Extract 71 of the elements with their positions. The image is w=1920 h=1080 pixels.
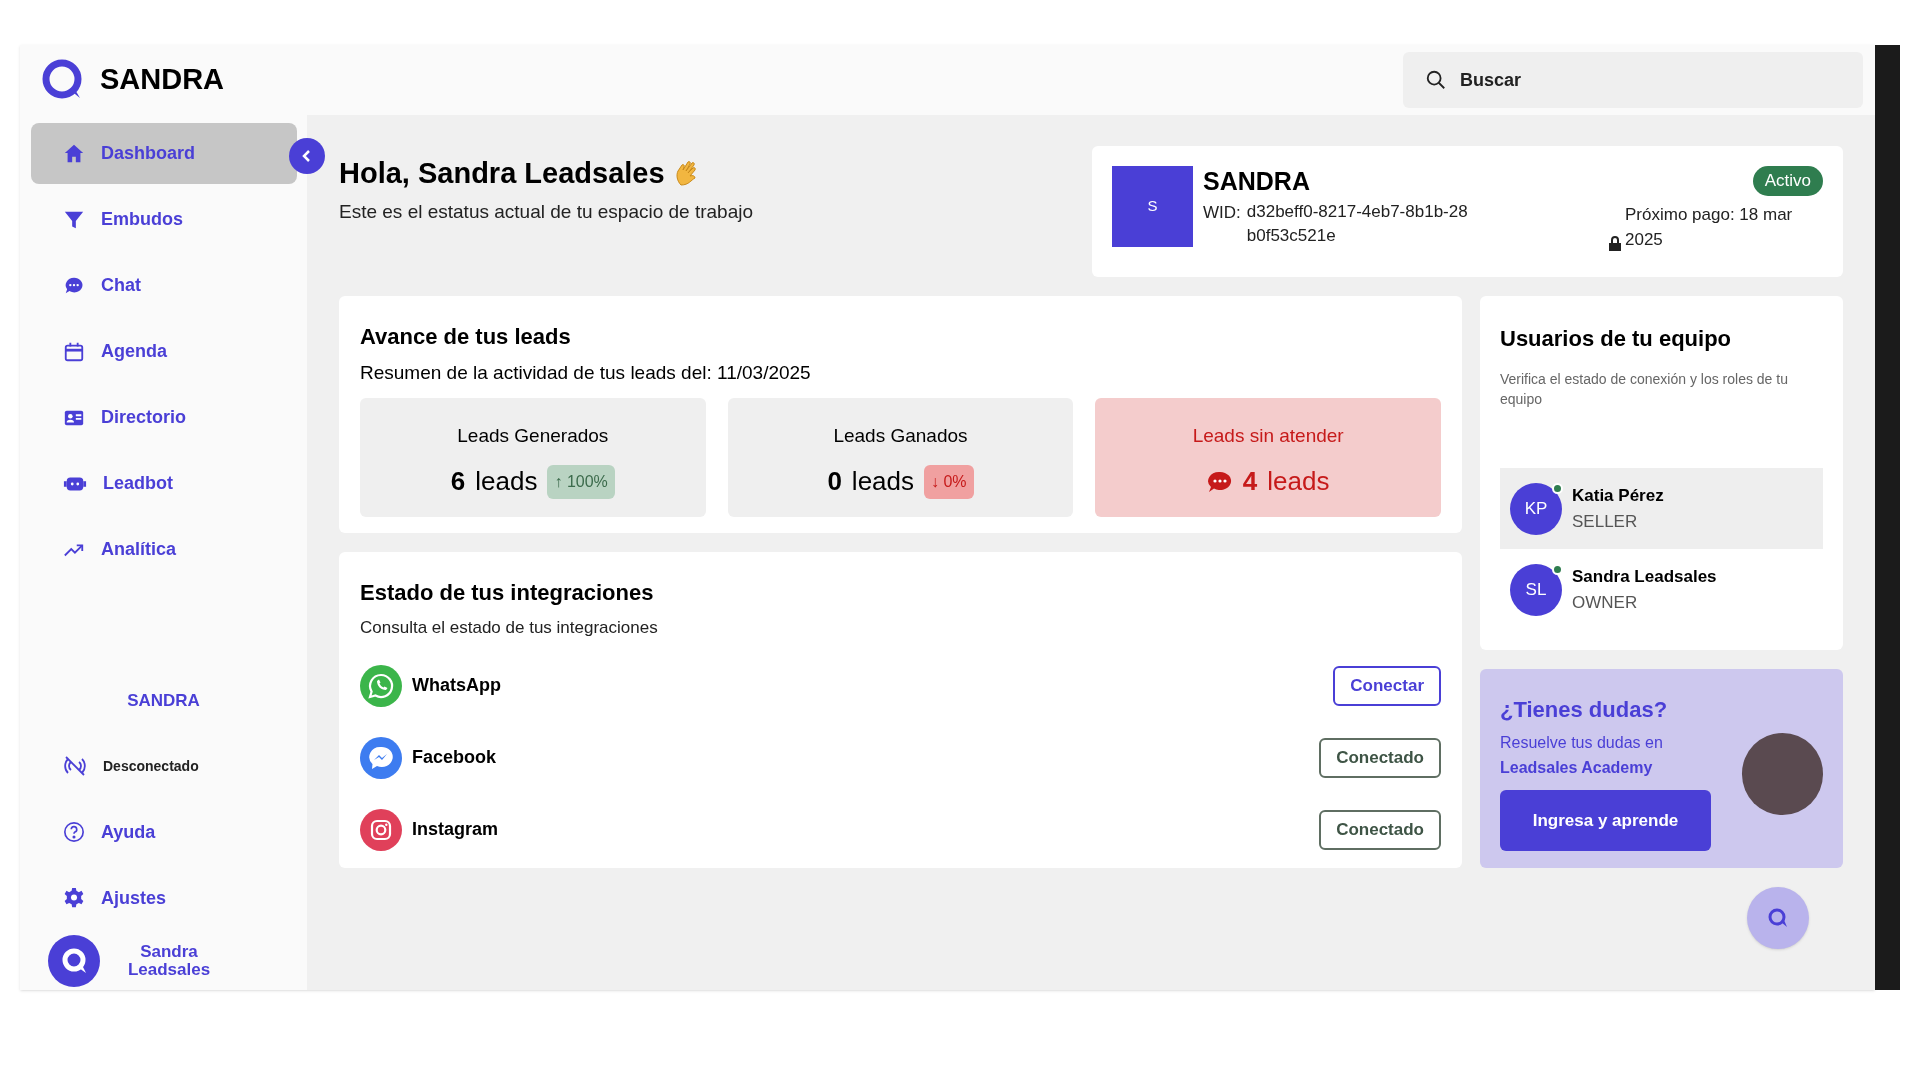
nav-item[interactable]: Ayuda	[101, 818, 156, 846]
chat-button[interactable]	[1747, 887, 1809, 949]
nav-item[interactable]: Dashboard	[31, 123, 297, 184]
change-badge: ↑ 100%	[547, 464, 615, 499]
nav-item[interactable]: Directorio	[31, 387, 297, 448]
member-avatar: KP	[1510, 482, 1562, 535]
stat-label: Leads Ganados	[833, 423, 968, 448]
stat-value: 0	[827, 465, 842, 498]
member-avatar: SL	[1510, 563, 1562, 616]
academy-button[interactable]: Ingresa y aprende	[1500, 790, 1711, 851]
card-title: Usuarios de tu equipo	[1500, 325, 1733, 353]
greeting-title: Hola, Sandra Leadsales	[339, 156, 665, 191]
help-icon	[63, 821, 85, 843]
workspace-title: SANDRA	[1203, 166, 1311, 196]
calendar-icon	[63, 340, 85, 363]
integration-button[interactable]: Conectado	[1319, 737, 1441, 778]
card-subtitle: Consulta el estado de tus integraciones	[360, 617, 659, 639]
stat-unit: leads	[1267, 465, 1330, 498]
workspace-avatar: S	[1112, 166, 1193, 247]
integration-name: WhatsApp	[412, 674, 501, 697]
nav-item[interactable]: Agenda	[31, 321, 297, 382]
stat-unit: leads	[475, 465, 538, 498]
status-badge: Activo	[1752, 166, 1823, 196]
connection-status: Desconectado	[103, 756, 199, 776]
chat-bubble-icon	[1206, 469, 1233, 494]
member-name: Sandra Leadsales	[1572, 566, 1717, 588]
integration-button[interactable]: Conectado	[1319, 809, 1441, 850]
card-subtitle: Verifica el estado de conexión y los roles de tu equipo	[1500, 370, 1789, 409]
collapse-button[interactable]	[289, 138, 325, 174]
search-field[interactable]: Buscar	[1403, 52, 1863, 108]
stat-label: Leads Generados	[457, 423, 609, 448]
greeting-subtitle: Este es el estatus actual de tu espacio de trabajo	[339, 199, 754, 224]
lock-icon	[1607, 235, 1623, 252]
brand-name: SANDRA	[100, 62, 225, 98]
integration-button[interactable]: Conectar	[1333, 665, 1441, 706]
no-signal-icon	[63, 755, 87, 777]
member-role: OWNER	[1572, 591, 1639, 614]
change-badge: ↓ 0%	[924, 464, 974, 499]
whatsapp-icon	[360, 664, 402, 707]
wid-label: WID:	[1203, 202, 1241, 224]
stat-label: Leads sin atender	[1192, 423, 1344, 448]
team-member-row[interactable]: KP Katia Pérez SELLER	[1500, 468, 1823, 549]
chat-bubble-icon	[1766, 906, 1790, 930]
team-member-row[interactable]: SL Sandra Leadsales OWNER	[1500, 549, 1823, 630]
wid-value: d32beff0-8217-4eb7-8b1b-28b0f53c521e	[1246, 201, 1469, 247]
user-avatar[interactable]	[48, 934, 100, 987]
help-title: ¿Tienes dudas?	[1500, 696, 1669, 724]
nav-item[interactable]: Chat	[31, 255, 297, 316]
messenger-icon	[360, 736, 402, 779]
stat-value: 4	[1242, 465, 1258, 498]
member-role: SELLER	[1572, 510, 1639, 533]
nav-item[interactable]: Analítica	[31, 519, 297, 580]
member-name: Katia Pérez	[1572, 485, 1664, 507]
nav-item[interactable]: Ajustes	[101, 884, 167, 912]
settings-icon	[63, 887, 85, 909]
search-icon	[1425, 69, 1447, 91]
workspace-name: SANDRA	[126, 690, 201, 712]
help-text: Resuelve tus dudas en Leadsales Academy	[1500, 733, 1664, 778]
instagram-icon	[360, 808, 402, 851]
next-payment: Próximo pago: 18 mar 2025	[1625, 203, 1794, 251]
card-title: Avance de tus leads	[360, 323, 572, 351]
stat-unit: leads	[851, 465, 914, 498]
card-title: Estado de tus integraciones	[360, 579, 655, 607]
home-icon	[63, 142, 85, 165]
nav-item[interactable]: Leadbot	[31, 453, 297, 514]
integration-name: Facebook	[412, 746, 497, 769]
user-name: Sandra Leadsales	[126, 942, 212, 979]
card-subtitle: Resumen de la actividad de tus leads del: 11/03/2025	[360, 361, 812, 385]
nav-item[interactable]: Embudos	[31, 189, 297, 250]
integration-name: Instagram	[412, 818, 499, 841]
stat-value: 6	[450, 465, 466, 498]
